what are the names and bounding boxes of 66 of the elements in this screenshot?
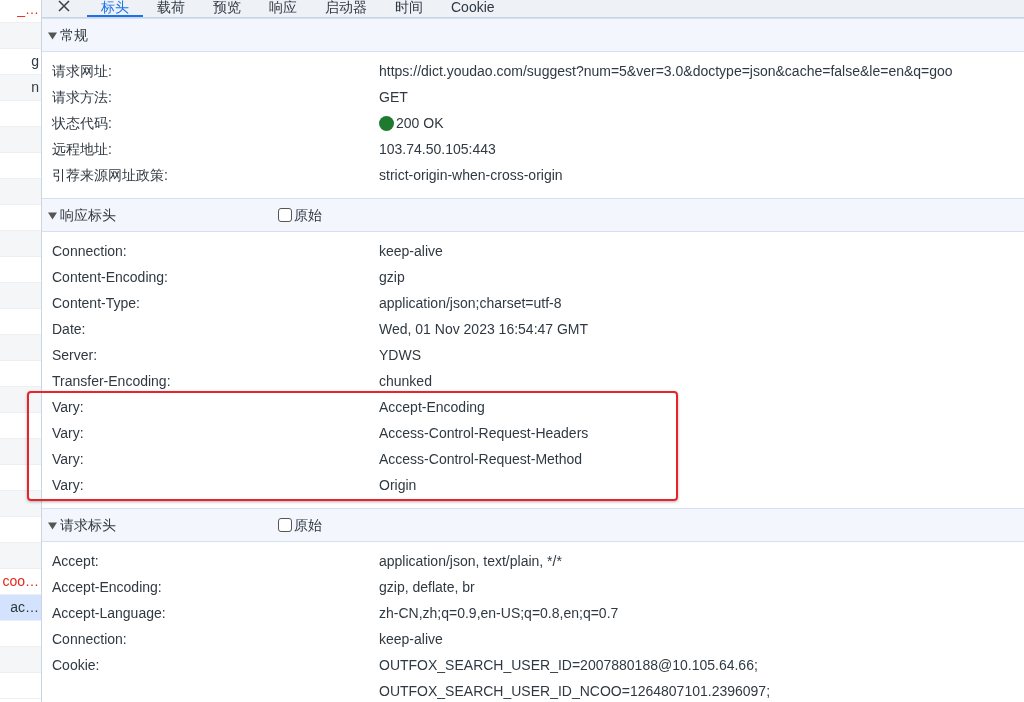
header-name: Accept-Language: (52, 605, 166, 621)
header-value: gzip (379, 267, 405, 287)
header-value: application/json, text/plain, */* (379, 551, 562, 571)
header-value: strict-origin-when-cross-origin (379, 165, 563, 185)
section-title: 请求标头 (60, 515, 117, 535)
header-name: Vary: (52, 477, 84, 493)
header-name: 引荐来源网址政策: (52, 167, 168, 183)
request-row[interactable] (0, 387, 41, 413)
section-header[interactable]: 常规 (42, 18, 1024, 52)
header-name: Cookie: (52, 657, 100, 673)
header-value: keep-alive (379, 241, 443, 261)
header-name: 请求网址: (52, 63, 112, 79)
header-value: Access-Control-Request-Headers (379, 423, 589, 443)
header-name: Connection: (52, 631, 127, 647)
request-row[interactable] (0, 439, 41, 465)
tab[interactable]: 响应 (255, 0, 311, 17)
checkbox-label: 原始 (294, 515, 322, 535)
header-value: chunked (379, 371, 432, 391)
header-value: Wed, 01 Nov 2023 16:54:47 GMT (379, 319, 589, 339)
section-title: 常规 (60, 25, 89, 45)
tab[interactable]: 预览 (199, 0, 255, 17)
section-title: 响应标头 (60, 205, 117, 225)
disclosure-icon (48, 520, 57, 530)
header-name: 请求方法: (52, 89, 112, 105)
header-name: Content-Encoding: (52, 269, 168, 285)
tab[interactable]: 载荷 (143, 0, 199, 17)
tab[interactable]: Cookie (437, 0, 509, 17)
checkbox-label: 原始 (294, 205, 322, 225)
header-name: Vary: (52, 425, 84, 441)
header-name: Date: (52, 321, 86, 337)
request-row[interactable]: ac… (0, 595, 41, 621)
header-value: GET (379, 87, 408, 107)
header-name: Transfer-Encoding: (52, 373, 171, 389)
header-name: Vary: (52, 399, 84, 415)
header-value: Access-Control-Request-Method (379, 449, 583, 469)
section-header[interactable]: 请求标头 原始 (42, 508, 1024, 542)
header-value: Origin (379, 475, 417, 495)
header-name: Accept: (52, 553, 99, 569)
header-name: Connection: (52, 243, 127, 259)
header-value: application/json;charset=utf-8 (379, 293, 562, 313)
request-row[interactable]: n (0, 75, 41, 101)
header-name: Vary: (52, 451, 84, 467)
header-value: zh-CN,zh;q=0.9,en-US;q=0.8,en;q=0.7 (379, 603, 619, 623)
header-value: https://dict.youdao.com/suggest?num=5&ver=3.0&doctype=json&cache=false&le=en&q=goo (379, 61, 953, 81)
header-value: YDWS (379, 345, 421, 365)
request-row[interactable] (0, 491, 41, 517)
header-value: gzip, deflate, br (379, 577, 475, 597)
header-value: OUTFOX_SEARCH_USER_ID_NCOO=1264807101.2396097; (379, 681, 771, 701)
header-name: 状态代码: (52, 115, 112, 131)
section-header[interactable]: 响应标头 原始 (42, 198, 1024, 232)
header-value: Accept-Encoding (379, 397, 485, 417)
header-value: OUTFOX_SEARCH_USER_ID=2007880188@10.105.64.66; (379, 655, 758, 675)
header-name: Content-Type: (52, 295, 140, 311)
disclosure-icon (48, 30, 57, 40)
header-name: Server: (52, 347, 98, 363)
close-icon[interactable] (57, 0, 71, 13)
header-name: Accept-Encoding: (52, 579, 162, 595)
checkbox[interactable] (278, 208, 292, 222)
tab[interactable]: 启动器 (311, 0, 381, 17)
header-value: keep-alive (379, 629, 443, 649)
tab[interactable]: 时间 (381, 0, 437, 17)
header-value: 103.74.50.105:443 (379, 139, 496, 159)
checkbox[interactable] (278, 518, 292, 532)
header-value: 200 OK (396, 113, 444, 133)
header-name: 远程地址: (52, 141, 112, 157)
disclosure-icon (48, 210, 57, 220)
